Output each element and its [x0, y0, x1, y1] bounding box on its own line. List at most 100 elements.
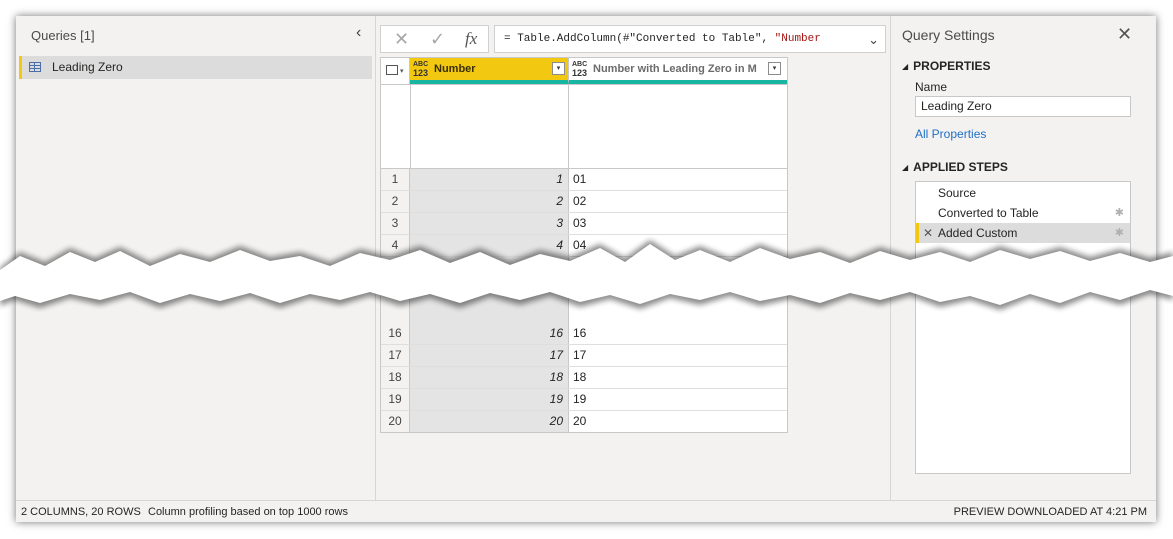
column-profile-area	[381, 85, 787, 169]
query-settings-pane: Query Settings ✕ ◢ PROPERTIES Name Leadin…	[890, 16, 1156, 500]
grid-header: ▾ ABC 123 Number ▾ ABC 123 Number with Lea…	[381, 58, 787, 85]
applied-steps-header-label: APPLIED STEPS	[913, 160, 1008, 174]
applied-steps-header[interactable]: ◢ APPLIED STEPS	[902, 160, 1008, 174]
properties-header[interactable]: ◢ PROPERTIES	[902, 59, 991, 73]
table-row[interactable]: 4 4 04	[381, 235, 787, 257]
all-properties-link[interactable]: All Properties	[915, 127, 986, 141]
table-row[interactable]: 2 2 02	[381, 191, 787, 213]
rows-bottom: 16 16 16 17 17 17 18 18 18 19 19 19 20 20 20	[381, 323, 787, 432]
query-item-leading-zero[interactable]: Leading Zero	[19, 56, 372, 79]
row-number: 17	[381, 345, 410, 366]
formula-text: = Table.AddColumn(#"Converted to Table",	[504, 33, 775, 45]
cell-padded[interactable]: 17	[569, 345, 787, 366]
type-label-bottom: 123	[413, 68, 429, 78]
step-label: Added Custom	[938, 226, 1018, 240]
table-row[interactable]: 16 16 16	[381, 323, 787, 345]
status-preview-time: PREVIEW DOWNLOADED AT 4:21 PM	[953, 506, 1147, 518]
formula-string: "Number	[774, 33, 821, 45]
cancel-icon[interactable]: ✕	[394, 29, 409, 50]
collapse-queries-icon[interactable]: ‹	[356, 24, 361, 42]
cell-padded[interactable]: 01	[569, 169, 787, 190]
collapse-triangle-icon: ◢	[902, 62, 909, 71]
column-name: Number	[434, 63, 476, 75]
properties-header-label: PROPERTIES	[913, 59, 991, 73]
step-source[interactable]: Source	[916, 183, 1130, 203]
check-icon[interactable]: ✓	[430, 29, 445, 50]
query-item-label: Leading Zero	[52, 60, 123, 74]
cell-number[interactable]: 19	[410, 389, 569, 410]
column-name: Number with Leading Zero in M	[593, 63, 757, 75]
cell-number[interactable]: 1	[410, 169, 569, 190]
gear-icon[interactable]: ✱	[1115, 223, 1124, 243]
formula-bar-input[interactable]: = Table.AddColumn(#"Converted to Table",…	[494, 25, 886, 53]
rows-top: 1 1 01 2 2 02 3 3 03 4 4 04 5 5 05	[381, 169, 787, 279]
table-row[interactable]: 19 19 19	[381, 389, 787, 411]
row-number: 2	[381, 191, 410, 212]
step-label: Converted to Table	[938, 206, 1039, 220]
query-settings-title: Query Settings	[902, 27, 995, 43]
delete-step-icon[interactable]: ✕	[923, 223, 933, 243]
type-label-top: ABC	[572, 61, 588, 68]
chevron-down-icon: ▾	[400, 68, 404, 75]
cell-padded[interactable]: 16	[569, 323, 787, 344]
cell-padded[interactable]: 05	[569, 257, 787, 278]
cell-number[interactable]: 4	[410, 235, 569, 256]
row-number: 4	[381, 235, 410, 256]
chevron-down-icon[interactable]: ⌄	[868, 26, 879, 52]
fx-icon[interactable]: fx	[465, 29, 477, 49]
cell-number[interactable]: 20	[410, 411, 569, 432]
cell-number[interactable]: 2	[410, 191, 569, 212]
queries-pane: Queries [1] ‹ Leading Zero	[16, 16, 376, 500]
cell-padded[interactable]: 19	[569, 389, 787, 410]
step-added-custom[interactable]: ✕ Added Custom ✱	[916, 223, 1130, 243]
applied-steps-list: Source Converted to Table ✱ ✕ Added Custom…	[915, 181, 1131, 474]
cell-number[interactable]: 5	[410, 257, 569, 278]
gap-fill	[410, 279, 569, 323]
query-name-input[interactable]: Leading Zero	[915, 96, 1131, 117]
step-converted-to-table[interactable]: Converted to Table ✱	[916, 203, 1130, 223]
table-row[interactable]: 20 20 20	[381, 411, 787, 432]
type-label-bottom: 123	[572, 68, 588, 78]
cell-padded[interactable]: 04	[569, 235, 787, 256]
column-header-number[interactable]: ABC 123 Number ▾	[410, 58, 569, 84]
column-profile-number	[410, 85, 569, 168]
table-menu-button[interactable]: ▾	[381, 58, 410, 84]
queries-pane-title: Queries [1]	[31, 28, 95, 43]
filter-dropdown-icon[interactable]: ▾	[552, 62, 565, 75]
table-row[interactable]: 3 3 03	[381, 213, 787, 235]
cell-number[interactable]: 3	[410, 213, 569, 234]
column-header-number-with-leading-zero[interactable]: ABC 123 Number with Leading Zero in M ▾	[569, 58, 787, 84]
row-number: 1	[381, 169, 410, 190]
cell-padded[interactable]: 03	[569, 213, 787, 234]
gear-icon[interactable]: ✱	[1115, 203, 1124, 223]
status-bar: 2 COLUMNS, 20 ROWS Column profiling base…	[16, 500, 1156, 522]
table-row[interactable]: 17 17 17	[381, 345, 787, 367]
data-grid: ▾ ABC 123 Number ▾ ABC 123 Number with Lea…	[380, 57, 788, 433]
close-icon[interactable]: ✕	[1117, 24, 1132, 45]
row-number: 19	[381, 389, 410, 410]
table-row[interactable]: 1 1 01	[381, 169, 787, 191]
any-type-icon: ABC 123	[413, 61, 428, 79]
name-label: Name	[915, 80, 948, 94]
any-type-icon: ABC 123	[572, 61, 587, 79]
row-number: 16	[381, 323, 410, 344]
cell-padded[interactable]: 18	[569, 367, 787, 388]
table-row[interactable]: 5 5 05	[381, 257, 787, 279]
filter-dropdown-icon[interactable]: ▾	[768, 62, 781, 75]
collapse-triangle-icon: ◢	[902, 163, 909, 172]
table-row[interactable]: 18 18 18	[381, 367, 787, 389]
table-icon	[386, 65, 398, 75]
status-profiling: Column profiling based on top 1000 rows	[148, 506, 348, 518]
cell-number[interactable]: 17	[410, 345, 569, 366]
step-label: Source	[938, 186, 977, 200]
cell-padded[interactable]: 20	[569, 411, 787, 432]
table-icon	[29, 62, 41, 72]
cell-number[interactable]: 18	[410, 367, 569, 388]
row-number: 18	[381, 367, 410, 388]
row-number: 20	[381, 411, 410, 432]
type-label-top: ABC	[413, 61, 429, 68]
cell-number[interactable]: 16	[410, 323, 569, 344]
row-number: 5	[381, 257, 410, 278]
gap-fill-rownum	[381, 279, 410, 323]
cell-padded[interactable]: 02	[569, 191, 787, 212]
